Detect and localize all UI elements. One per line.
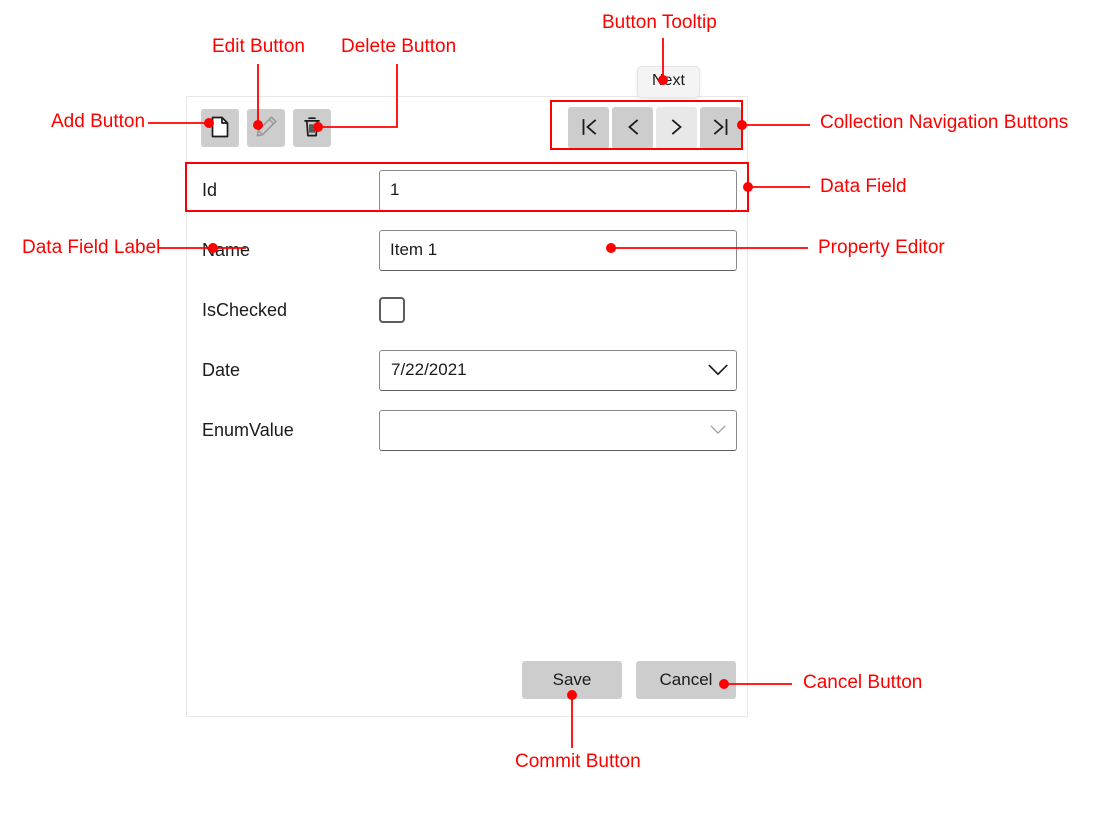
edit-button[interactable] bbox=[247, 109, 285, 147]
annotation-property-editor: Property Editor bbox=[818, 237, 945, 258]
data-field-ischecked: IsChecked bbox=[187, 280, 747, 340]
data-field-date: Date 7/22/2021 bbox=[187, 340, 747, 400]
delete-button[interactable] bbox=[293, 109, 331, 147]
data-field-enumvalue: EnumValue bbox=[187, 400, 747, 460]
annotation-edit-button: Edit Button bbox=[212, 36, 305, 57]
annotation-delete-button: Delete Button bbox=[341, 36, 457, 57]
previous-page-icon bbox=[622, 116, 644, 141]
next-page-icon bbox=[666, 116, 688, 141]
last-page-icon bbox=[710, 116, 732, 141]
annotation-collection-nav: Collection Navigation Buttons bbox=[820, 112, 1069, 133]
button-tooltip: Next bbox=[637, 66, 700, 98]
first-page-button[interactable] bbox=[568, 107, 609, 149]
chevron-down-icon bbox=[700, 425, 736, 435]
next-page-button[interactable] bbox=[656, 107, 697, 149]
data-field-label-enumvalue: EnumValue bbox=[202, 419, 294, 440]
new-document-icon bbox=[210, 116, 230, 141]
commit-bar: Save Cancel bbox=[187, 661, 747, 701]
trash-icon bbox=[302, 116, 322, 141]
ischecked-checkbox[interactable] bbox=[379, 297, 405, 323]
annotation-cancel-button: Cancel Button bbox=[803, 672, 923, 693]
first-page-icon bbox=[578, 116, 600, 141]
collection-navigation-buttons bbox=[568, 107, 741, 149]
data-form-panel: Id Name IsChecked Date 7/22/2021 EnumVal… bbox=[186, 96, 748, 717]
annotation-data-field-label: Data Field Label bbox=[22, 237, 161, 258]
toolbar bbox=[187, 97, 747, 160]
enumvalue-combobox[interactable] bbox=[379, 409, 737, 451]
last-page-button[interactable] bbox=[700, 107, 741, 149]
data-field-label-name: Name bbox=[202, 239, 251, 260]
previous-page-button[interactable] bbox=[612, 107, 653, 149]
pencil-icon bbox=[255, 115, 278, 141]
annotation-button-tooltip: Button Tooltip bbox=[602, 12, 717, 33]
add-button[interactable] bbox=[201, 109, 239, 147]
data-field-id: Id bbox=[187, 160, 747, 220]
annotation-data-field: Data Field bbox=[820, 176, 907, 197]
data-field-label-ischecked: IsChecked bbox=[202, 299, 288, 320]
data-field-label-date: Date bbox=[202, 359, 241, 380]
date-combobox-value: 7/22/2021 bbox=[391, 360, 467, 379]
save-button[interactable]: Save bbox=[522, 661, 622, 699]
data-field-name: Name bbox=[187, 220, 747, 280]
annotation-add-button: Add Button bbox=[51, 111, 146, 132]
name-input[interactable] bbox=[379, 229, 737, 271]
chevron-down-icon bbox=[700, 363, 736, 377]
id-input[interactable] bbox=[379, 169, 737, 211]
date-combobox[interactable]: 7/22/2021 bbox=[379, 349, 737, 391]
data-field-label-id: Id bbox=[202, 179, 218, 200]
annotation-commit-button: Commit Button bbox=[515, 751, 641, 772]
cancel-button[interactable]: Cancel bbox=[636, 661, 736, 699]
